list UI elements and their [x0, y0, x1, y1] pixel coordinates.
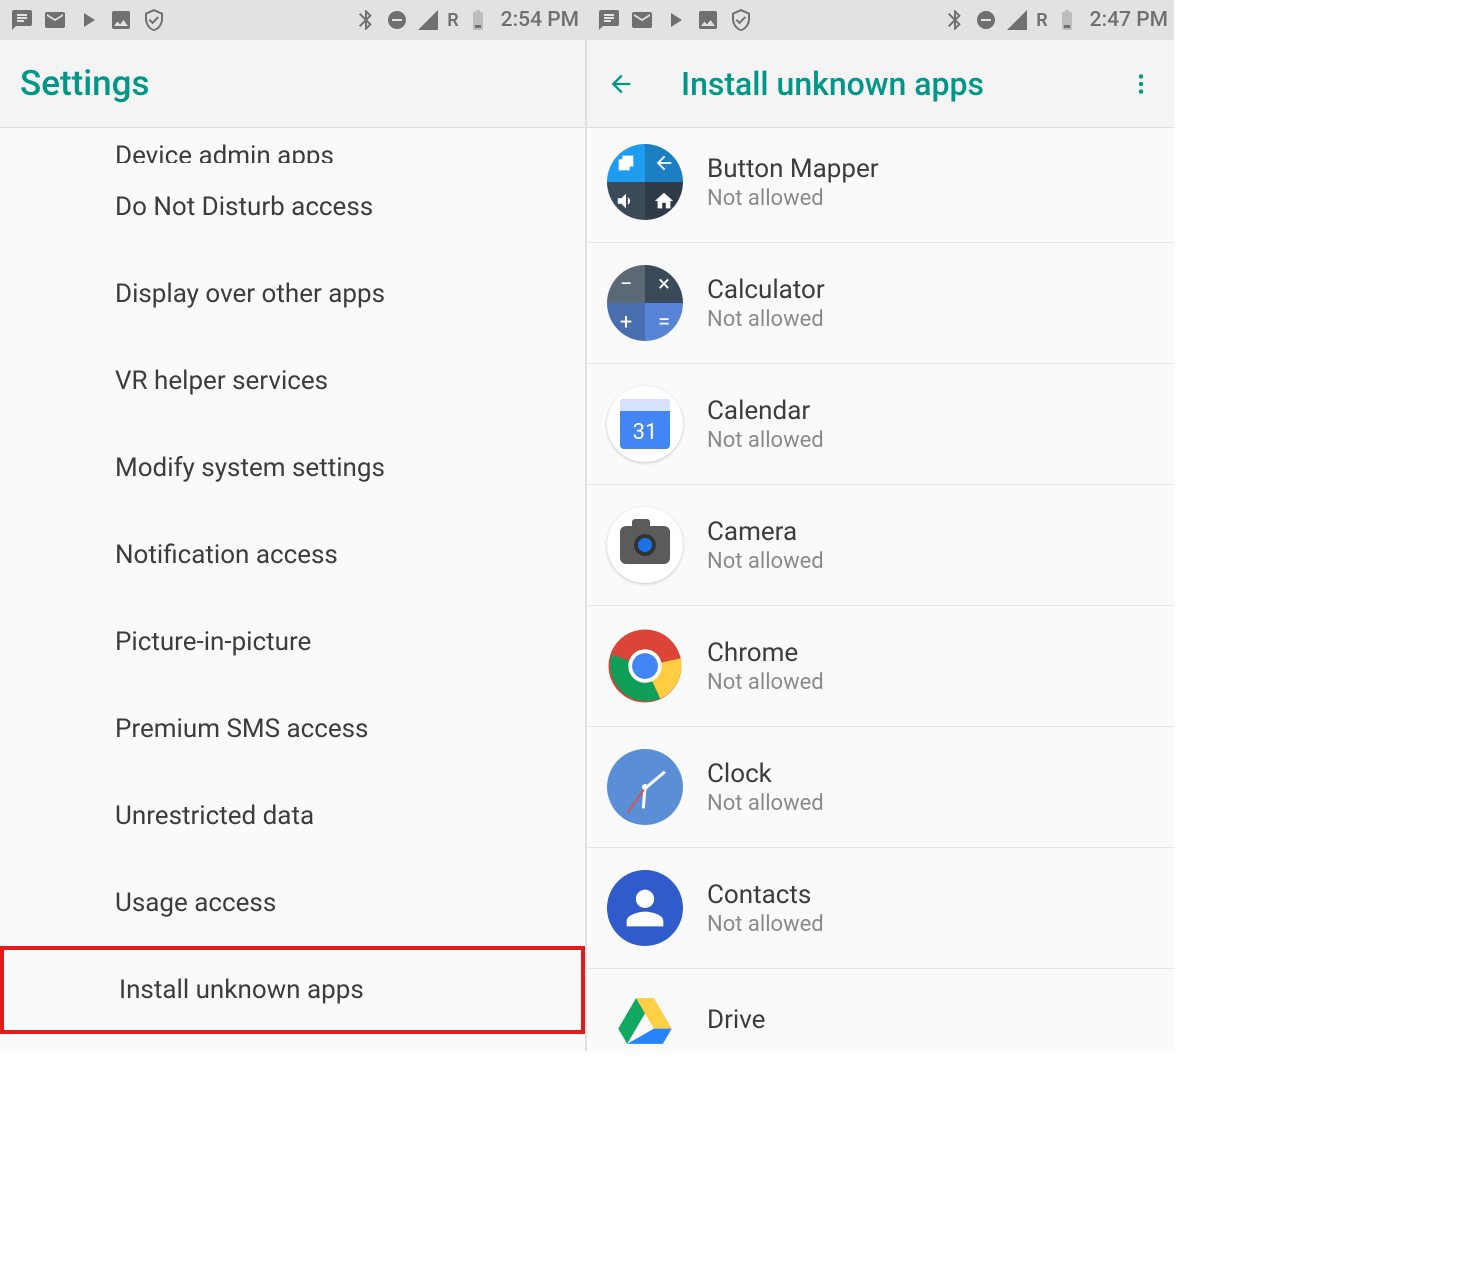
- app-name: Clock: [707, 759, 824, 789]
- app-row-calculator[interactable]: −×+= Calculator Not allowed: [587, 243, 1174, 364]
- settings-item-display-over[interactable]: Display over other apps: [0, 250, 585, 337]
- clock-icon: [607, 749, 683, 825]
- status-time: 2:54 PM: [501, 8, 579, 32]
- app-status: Not allowed: [707, 186, 879, 211]
- settings-item-unrestricted-data[interactable]: Unrestricted data: [0, 772, 585, 859]
- settings-item-vr-helper[interactable]: VR helper services: [0, 337, 585, 424]
- app-name: Contacts: [707, 880, 824, 910]
- calculator-icon: −×+=: [607, 265, 683, 341]
- settings-item-install-unknown-highlight: Install unknown apps: [0, 946, 585, 1034]
- app-list-scroll-area[interactable]: Button Mapper Not allowed −×+= Calculato…: [587, 128, 1174, 1051]
- app-bar-settings: Settings: [0, 40, 585, 128]
- bluetooth-icon: [943, 8, 967, 32]
- settings-item-notification-access[interactable]: Notification access: [0, 511, 585, 598]
- app-name: Drive: [707, 1005, 765, 1035]
- play-store-icon: [663, 8, 687, 32]
- battery-icon: [466, 8, 490, 32]
- gmail-icon: [43, 8, 67, 32]
- signal-icon: [416, 8, 440, 32]
- app-status: Not allowed: [707, 428, 824, 453]
- status-time: 2:47 PM: [1090, 8, 1168, 32]
- settings-scroll-area[interactable]: Device admin apps Do Not Disturb access …: [0, 128, 585, 1051]
- gmail-icon: [630, 8, 654, 32]
- roaming-indicator: R: [447, 10, 458, 31]
- play-store-icon: [76, 8, 100, 32]
- phone-right: R 2:47 PM Install unknown apps: [587, 0, 1174, 1051]
- status-bar-left: R 2:54 PM: [0, 0, 585, 40]
- app-row-chrome[interactable]: Chrome Not allowed: [587, 606, 1174, 727]
- gallery-icon: [109, 8, 133, 32]
- battery-icon: [1055, 8, 1079, 32]
- app-name: Camera: [707, 517, 824, 547]
- more-icon[interactable]: [1128, 71, 1154, 97]
- app-row-contacts[interactable]: Contacts Not allowed: [587, 848, 1174, 969]
- settings-item-partial[interactable]: Device admin apps: [0, 128, 585, 163]
- phone-left: R 2:54 PM Settings Device admin apps Do …: [0, 0, 587, 1051]
- roaming-indicator: R: [1036, 10, 1047, 31]
- app-status: Not allowed: [707, 670, 824, 695]
- settings-item-dnd-access[interactable]: Do Not Disturb access: [0, 163, 585, 250]
- settings-item-modify-system[interactable]: Modify system settings: [0, 424, 585, 511]
- bluetooth-icon: [354, 8, 378, 32]
- contacts-icon: [607, 870, 683, 946]
- dnd-icon: [385, 8, 409, 32]
- shield-icon: [142, 8, 166, 32]
- app-name: Calculator: [707, 275, 825, 305]
- page-title: Settings: [20, 63, 150, 104]
- drive-icon: [607, 991, 683, 1051]
- camera-icon: [607, 507, 683, 583]
- signal-icon: [1005, 8, 1029, 32]
- calendar-icon: 31: [607, 386, 683, 462]
- settings-item-usage-access[interactable]: Usage access: [0, 859, 585, 946]
- app-name: Chrome: [707, 638, 824, 668]
- button-mapper-icon: [607, 144, 683, 220]
- settings-item-pip[interactable]: Picture-in-picture: [0, 598, 585, 685]
- gallery-icon: [696, 8, 720, 32]
- app-row-calendar[interactable]: 31 Calendar Not allowed: [587, 364, 1174, 485]
- notification-icon: [597, 8, 621, 32]
- status-bar-right: R 2:47 PM: [587, 0, 1174, 40]
- app-row-clock[interactable]: Clock Not allowed: [587, 727, 1174, 848]
- app-status: Not allowed: [707, 912, 824, 937]
- app-row-drive[interactable]: Drive: [587, 969, 1174, 1051]
- app-name: Calendar: [707, 396, 824, 426]
- back-icon[interactable]: [607, 70, 635, 98]
- chrome-icon: [607, 628, 683, 704]
- page-title: Install unknown apps: [681, 65, 1128, 103]
- shield-icon: [729, 8, 753, 32]
- app-bar-install-unknown: Install unknown apps: [587, 40, 1174, 128]
- dnd-icon: [974, 8, 998, 32]
- app-row-button-mapper[interactable]: Button Mapper Not allowed: [587, 128, 1174, 243]
- notification-icon: [10, 8, 34, 32]
- settings-item-install-unknown[interactable]: Install unknown apps: [4, 950, 581, 1030]
- app-status: Not allowed: [707, 791, 824, 816]
- app-row-camera[interactable]: Camera Not allowed: [587, 485, 1174, 606]
- settings-item-premium-sms[interactable]: Premium SMS access: [0, 685, 585, 772]
- app-status: Not allowed: [707, 549, 824, 574]
- app-name: Button Mapper: [707, 154, 879, 184]
- app-status: Not allowed: [707, 307, 825, 332]
